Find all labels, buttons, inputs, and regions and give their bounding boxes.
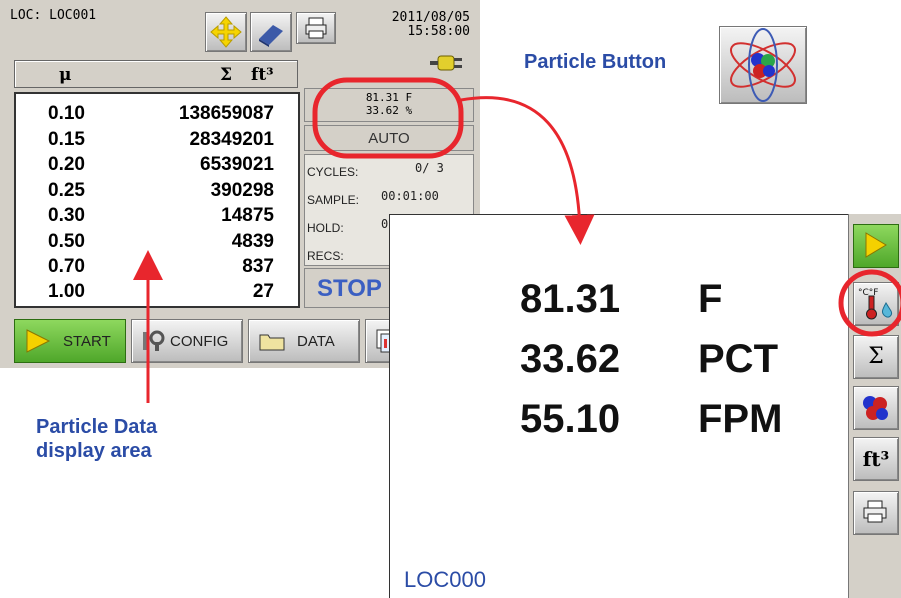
annotation-overlay: [133, 77, 901, 403]
env-button-highlight: [838, 269, 901, 337]
readout-to-detail-arrow: [460, 96, 595, 245]
env-readout-highlight: [312, 77, 464, 159]
